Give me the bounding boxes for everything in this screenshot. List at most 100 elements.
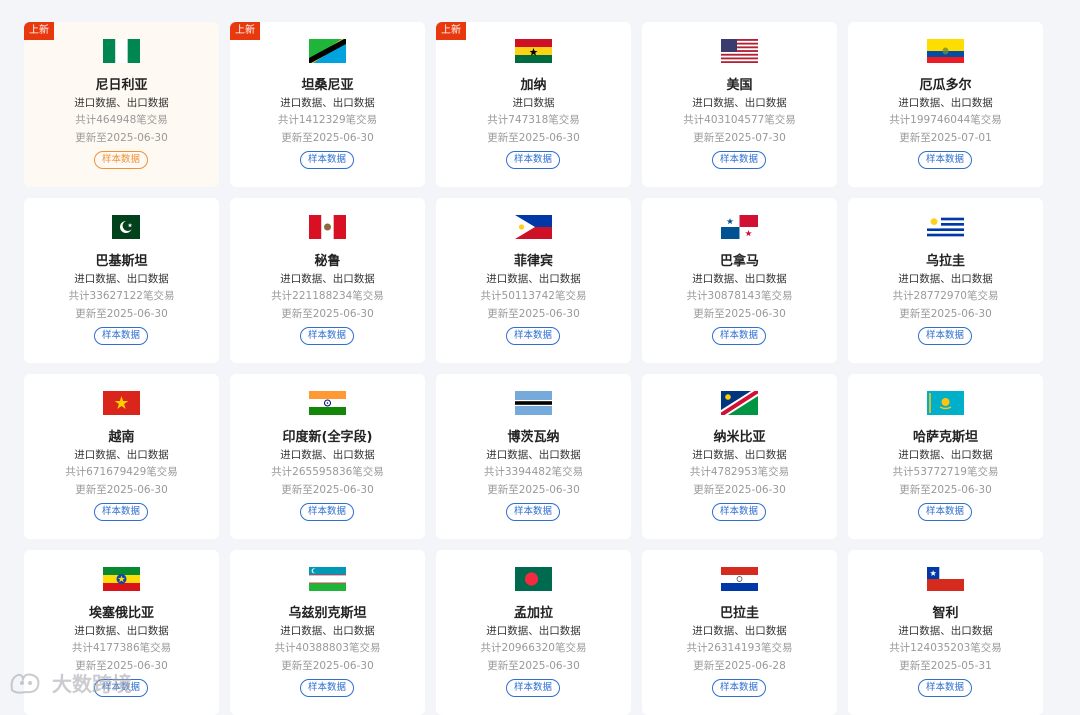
country-card[interactable]: 乌拉圭 进口数据、出口数据 共计28772970笔交易 更新至2025-06-30 样本… [848,198,1043,363]
country-name: 孟加拉 [513,606,553,621]
namibia-flag-icon [721,391,758,415]
update-date: 更新至2025-06-30 [487,660,580,672]
data-types: 进口数据、出口数据 [486,625,581,637]
bangladesh-flag-icon [515,567,552,591]
transaction-count: 共计671679429笔交易 [65,466,178,478]
data-types: 进口数据、出口数据 [74,449,169,461]
data-types: 进口数据、出口数据 [898,97,993,109]
data-types: 进口数据、出口数据 [486,273,581,285]
data-types: 进口数据、出口数据 [898,273,993,285]
transaction-count: 共计4782953笔交易 [689,466,790,478]
transaction-count: 共计199746044笔交易 [889,114,1002,126]
chile-flag-icon [927,567,964,591]
india-flag-icon [309,391,346,415]
country-name: 哈萨克斯坦 [912,430,978,445]
data-types: 进口数据、出口数据 [692,273,787,285]
sample-data-button[interactable]: 样本数据 [300,679,354,697]
country-card[interactable]: 巴拿马 进口数据、出口数据 共计30878143笔交易 更新至2025-06-30 样本… [642,198,837,363]
sample-data-button[interactable]: 样本数据 [94,151,148,169]
update-date: 更新至2025-05-31 [899,660,992,672]
country-name: 博茨瓦纳 [507,430,560,445]
transaction-count: 共计20966320笔交易 [480,642,587,654]
update-date: 更新至2025-07-01 [899,132,992,144]
sample-data-button[interactable]: 样本数据 [712,679,766,697]
philippines-flag-icon [515,215,552,239]
sample-data-button[interactable]: 样本数据 [300,151,354,169]
transaction-count: 共计403104577笔交易 [683,114,796,126]
country-card[interactable]: 印度新(全字段) 进口数据、出口数据 共计265595836笔交易 更新至2025-0… [230,374,425,539]
sample-data-button[interactable]: 样本数据 [506,327,560,345]
peru-flag-icon [309,215,346,239]
country-name: 智利 [932,606,959,621]
update-date: 更新至2025-06-30 [487,484,580,496]
update-date: 更新至2025-06-30 [75,484,168,496]
sample-data-button[interactable]: 样本数据 [300,327,354,345]
transaction-count: 共计28772970笔交易 [892,290,999,302]
data-types: 进口数据、出口数据 [692,449,787,461]
country-name: 厄瓜多尔 [919,78,972,93]
country-card[interactable]: 上新 尼日利亚 进口数据、出口数据 共计464948笔交易 更新至2025-06-30 样… [24,22,219,187]
country-name: 巴拉圭 [719,606,759,621]
watermark-text: 大数跨境 [52,672,132,696]
update-date: 更新至2025-06-30 [487,132,580,144]
country-card[interactable]: 巴基斯坦 进口数据、出口数据 共计33627122笔交易 更新至2025-06-30 样… [24,198,219,363]
update-date: 更新至2025-06-30 [899,308,992,320]
sample-data-button[interactable]: 样本数据 [712,327,766,345]
country-card[interactable]: 厄瓜多尔进口数据、出口数据 共计199746044笔交易 更新至2025-07-01… [848,22,1043,187]
vietnam-flag-icon [103,391,140,415]
transaction-count: 共计53772719笔交易 [892,466,999,478]
sample-data-button[interactable]: 样本数据 [712,503,766,521]
new-badge: 上新 [230,22,260,40]
transaction-count: 共计124035203笔交易 [889,642,1002,654]
country-grid: 上新 尼日利亚 进口数据、出口数据 共计464948笔交易 更新至2025-06-30 样… [24,22,1043,715]
country-card[interactable]: 上新 加纳 进口数据 共计747318笔交易 更新至2025-06-30 样本数据 [436,22,631,187]
country-card[interactable]: 乌兹别克斯坦 进口数据、出口数据 共计40388803笔交易 更新至2025-06-3… [230,550,425,715]
ethiopia-flag-icon [103,567,140,591]
sample-data-button[interactable]: 样本数据 [712,151,766,169]
usa-flag-icon [721,39,758,63]
sample-data-button[interactable]: 样本数据 [94,503,148,521]
update-date: 更新至2025-06-30 [281,132,374,144]
sample-data-button[interactable]: 样本数据 [506,503,560,521]
country-card[interactable]: 上新 坦桑尼亚 进口数据、出口数据 共计1412329笔交易 更新至2025-06-30… [230,22,425,187]
data-types: 进口数据、出口数据 [74,97,169,109]
sample-data-button[interactable]: 样本数据 [300,503,354,521]
country-card[interactable]: 菲律宾 进口数据、出口数据 共计50113742笔交易 更新至2025-06-30 样本… [436,198,631,363]
sample-data-button[interactable]: 样本数据 [506,679,560,697]
country-name: 坦桑尼亚 [301,78,354,93]
watermark: 大数跨境 [8,668,132,697]
country-card[interactable]: 哈萨克斯坦 进口数据、出口数据 共计53772719笔交易 更新至2025-06-30… [848,374,1043,539]
country-name: 巴基斯坦 [95,254,148,269]
update-date: 更新至2025-06-30 [281,484,374,496]
country-card[interactable]: 美国 进口数据、出口数据 共计403104577笔交易 更新至2025-07-30 样本… [642,22,837,187]
transaction-count: 共计221188234笔交易 [271,290,384,302]
tanzania-flag-icon [309,39,346,63]
pakistan-flag-icon [103,215,140,239]
transaction-count: 共计747318笔交易 [487,114,580,126]
country-name: 埃塞俄比亚 [88,606,154,621]
sample-data-button[interactable]: 样本数据 [918,503,972,521]
country-card[interactable]: 博茨瓦纳 进口数据、出口数据 共计3394482笔交易 更新至2025-06-30 样本… [436,374,631,539]
country-name: 印度新(全字段) [282,430,373,445]
sample-data-button[interactable]: 样本数据 [506,151,560,169]
data-types: 进口数据、出口数据 [898,625,993,637]
watermark-logo-icon [8,670,48,696]
data-types: 进口数据、出口数据 [486,449,581,461]
country-name: 越南 [108,430,135,445]
transaction-count: 共计464948笔交易 [75,114,168,126]
data-types: 进口数据、出口数据 [692,97,787,109]
botswana-flag-icon [515,391,552,415]
sample-data-button[interactable]: 样本数据 [918,151,972,169]
update-date: 更新至2025-06-30 [693,308,786,320]
country-card[interactable]: 孟加拉进口数据、出口数据 共计20966320笔交易 更新至2025-06-30 样本… [436,550,631,715]
update-date: 更新至2025-06-28 [693,660,786,672]
country-card[interactable]: 纳米比亚 进口数据、出口数据 共计4782953笔交易 更新至2025-06-30 样本… [642,374,837,539]
country-card[interactable]: 巴拉圭 进口数据、出口数据 共计26314193笔交易 更新至2025-06-28 样本… [642,550,837,715]
sample-data-button[interactable]: 样本数据 [918,327,972,345]
panama-flag-icon [721,215,758,239]
sample-data-button[interactable]: 样本数据 [918,679,972,697]
country-card[interactable]: 智利进口数据、出口数据 共计124035203笔交易 更新至2025-05-31 样本… [848,550,1043,715]
country-card[interactable]: 秘鲁 进口数据、出口数据 共计221188234笔交易 更新至2025-06-30 样本… [230,198,425,363]
country-card[interactable]: 越南进口数据、出口数据 共计671679429笔交易 更新至2025-06-30 样本… [24,374,219,539]
sample-data-button[interactable]: 样本数据 [94,327,148,345]
